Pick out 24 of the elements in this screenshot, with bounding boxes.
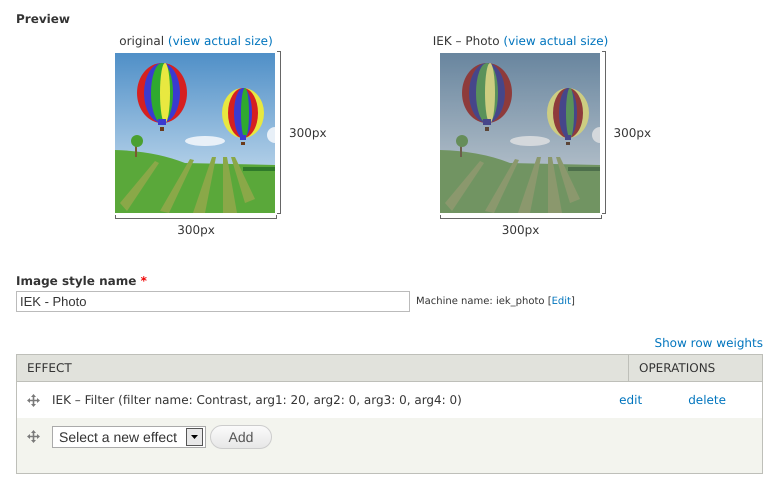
machine-name-text: Machine name: iek_photo [Edit] [416, 296, 575, 307]
edit-link[interactable]: Edit [552, 296, 571, 307]
column-header: OPERATIONS [638, 360, 716, 377]
drag-handle-icon[interactable] [27, 394, 40, 406]
view-actual-size-link[interactable]: (view actual size) [503, 34, 608, 48]
operation-link[interactable]: delete [688, 393, 726, 407]
column-header: EFFECT [17, 355, 629, 381]
add-button[interactable]: Add [210, 425, 272, 449]
field-label: Image style name [16, 274, 138, 288]
view-actual-size-link[interactable]: (view actual size) [168, 34, 273, 48]
drag-handle-icon[interactable] [27, 430, 40, 443]
required-mark: * [140, 274, 147, 288]
height-label: 300px [614, 126, 652, 140]
operation-link[interactable]: edit [619, 393, 642, 407]
image-caption: original (view actual size) [119, 34, 273, 50]
name-input-field[interactable]: IEK - Photo [16, 291, 410, 312]
show-row-weights-link[interactable]: Show row weights [654, 336, 763, 352]
width-label: 300px [502, 223, 540, 237]
section-heading: Preview [16, 12, 72, 28]
width-label: 300px [177, 223, 215, 237]
image-caption: IEK – Photo (view actual size) [432, 34, 608, 50]
effect-text: IEK – Filter (filter name: Contrast, arg1: 20, arg2: 0, arg3: 0, arg4: 0) [52, 393, 462, 407]
height-label: 300px [289, 126, 327, 140]
effect-select[interactable]: Select a new effect [52, 426, 206, 448]
